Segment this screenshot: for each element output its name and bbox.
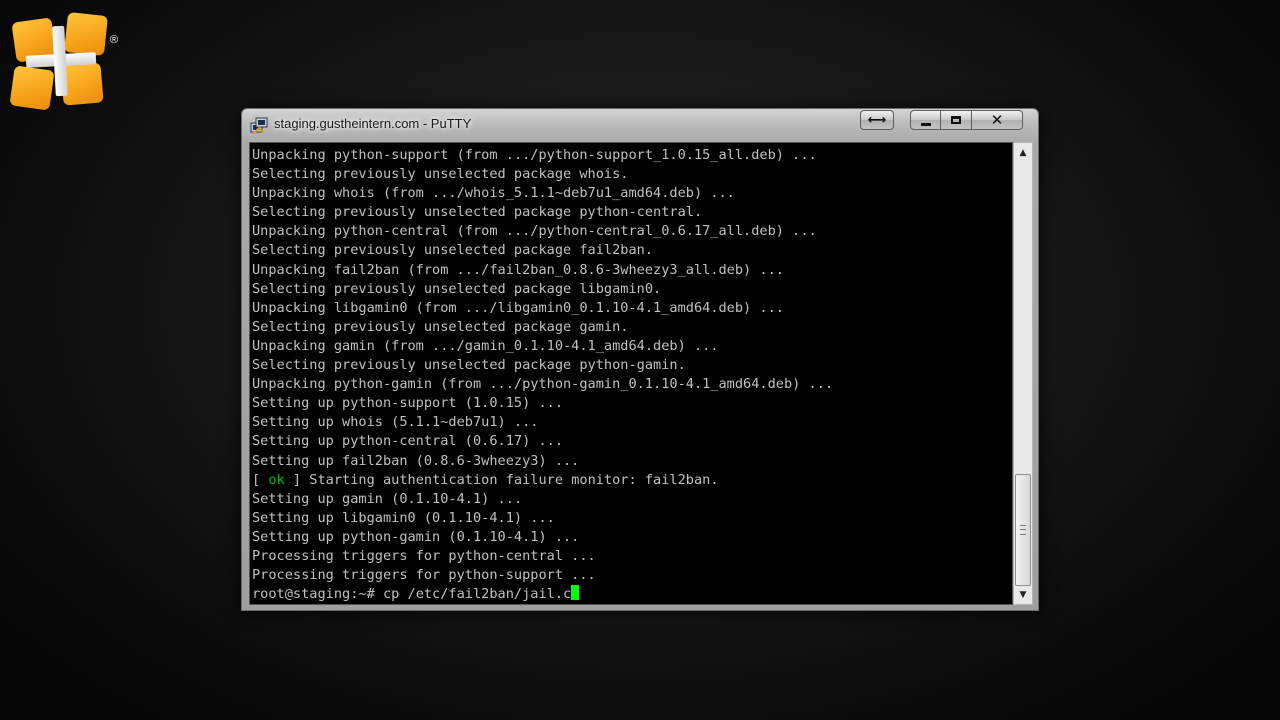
scroll-up-button[interactable]: ▲: [1014, 144, 1032, 161]
terminal-screen[interactable]: Unpacking python-support (from .../pytho…: [249, 142, 1013, 605]
terminal-line: Setting up fail2ban (0.8.6-3wheezy3) ...: [252, 452, 580, 469]
terminal-line: Setting up python-support (1.0.15) ...: [252, 395, 563, 412]
terminal-line: Unpacking gamin (from .../gamin_0.1.10-4…: [252, 337, 719, 354]
terminal-line: Processing triggers for python-support .…: [252, 567, 596, 584]
vertical-scrollbar[interactable]: ▲ ▼: [1013, 142, 1033, 605]
shell-prompt: root@staging:~#: [252, 586, 383, 603]
terminal-line: Selecting previously unselected package …: [252, 318, 629, 335]
terminal-line: Unpacking python-support (from .../pytho…: [252, 147, 817, 163]
terminal-line: Selecting previously unselected package …: [252, 280, 662, 297]
registered-mark: ®: [110, 34, 119, 46]
terminal-line: Unpacking libgamin0 (from .../libgamin0_…: [252, 299, 784, 316]
window-title: staging.gustheintern.com - PuTTY: [274, 116, 472, 131]
terminal-line: Unpacking python-central (from .../pytho…: [252, 223, 817, 240]
status-line: [ ok ] Starting authentication failure m…: [252, 471, 833, 490]
terminal-line: Setting up gamin (0.1.10-4.1) ...: [252, 490, 523, 507]
logo-tile: [64, 12, 108, 56]
terminal-output: Unpacking python-support (from .../pytho…: [252, 146, 833, 604]
terminal-line: Setting up python-central (0.6.17) ...: [252, 433, 563, 450]
resize-arrows-icon: ⟷: [867, 112, 887, 128]
maximize-icon: [951, 116, 961, 124]
resize-button[interactable]: ⟷: [860, 110, 894, 130]
terminal-line: Selecting previously unselected package …: [252, 242, 654, 259]
brand-logo: [9, 12, 110, 111]
ok-status: ok: [268, 471, 285, 488]
terminal-line: Selecting previously unselected package …: [252, 166, 629, 183]
title-bar[interactable]: staging.gustheintern.com - PuTTY ⟷ ✕: [242, 109, 1038, 143]
terminal-line: Unpacking python-gamin (from .../python-…: [252, 376, 834, 393]
terminal-line: Setting up python-gamin (0.1.10-4.1) ...: [252, 528, 580, 545]
terminal-line: Unpacking whois (from .../whois_5.1.1~de…: [252, 185, 735, 202]
logo-tile: [9, 65, 55, 111]
putty-window[interactable]: staging.gustheintern.com - PuTTY ⟷ ✕ Unp…: [241, 108, 1039, 611]
terminal-line: Selecting previously unselected package …: [252, 204, 703, 221]
minimize-icon: [920, 122, 931, 126]
putty-icon: [250, 117, 268, 134]
terminal-line: Setting up libgamin0 (0.1.10-4.1) ...: [252, 509, 555, 526]
arrow-up-icon: ▲: [1019, 147, 1027, 158]
text-cursor: [571, 585, 580, 601]
scroll-down-button[interactable]: ▼: [1014, 586, 1032, 603]
status-bracket-open: [: [252, 471, 269, 488]
command-line[interactable]: root@staging:~# cp /etc/fail2ban/jail.c: [252, 585, 833, 604]
grip-icon: [1020, 525, 1026, 535]
typed-command[interactable]: cp /etc/fail2ban/jail.c: [383, 586, 571, 602]
arrow-down-icon: ▼: [1019, 589, 1027, 600]
minimize-button[interactable]: [910, 110, 941, 130]
terminal-line: Processing triggers for python-central .…: [252, 547, 596, 564]
terminal-line: Unpacking fail2ban (from .../fail2ban_0.…: [252, 261, 784, 278]
close-button[interactable]: ✕: [972, 110, 1023, 130]
close-icon: ✕: [990, 111, 1004, 129]
status-message: Starting authentication failure monitor:…: [301, 471, 719, 488]
terminal-line: Setting up whois (5.1.1~deb7u1) ...: [252, 414, 539, 431]
scroll-thumb[interactable]: [1015, 474, 1031, 586]
status-bracket-close: ]: [284, 471, 302, 488]
terminal-line: Selecting previously unselected package …: [252, 357, 686, 374]
maximize-button[interactable]: [941, 110, 972, 130]
